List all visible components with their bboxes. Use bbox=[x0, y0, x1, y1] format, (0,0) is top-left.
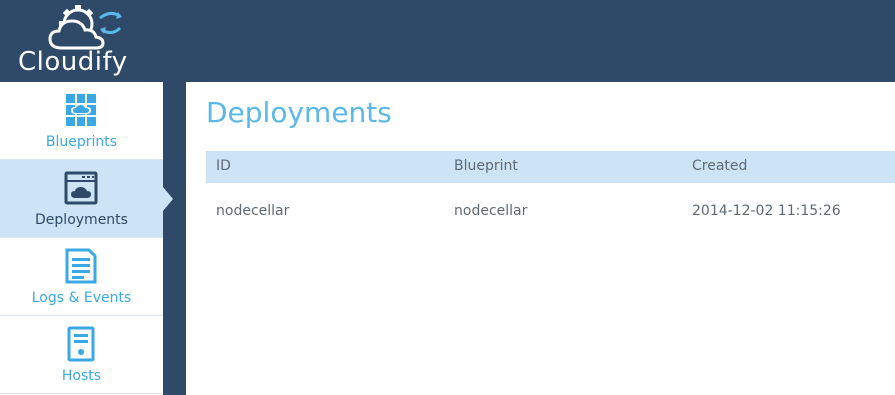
sidebar-item-blueprints[interactable]: Blueprints bbox=[0, 82, 163, 160]
deployments-table: ID Blueprint Created nodecellar nodecell… bbox=[206, 151, 895, 235]
active-item-pointer bbox=[163, 187, 173, 211]
deployment-id-link[interactable]: nodecellar bbox=[216, 203, 289, 219]
blueprint-icon bbox=[66, 94, 96, 126]
column-header-blueprint[interactable]: Blueprint bbox=[454, 158, 518, 174]
sidebar-item-label: Blueprints bbox=[45, 134, 118, 150]
sidebar-item-logs-events[interactable]: Logs & Events bbox=[0, 238, 163, 316]
deployment-window-icon bbox=[64, 171, 98, 205]
sidebar-item-hosts[interactable]: Hosts bbox=[0, 316, 163, 394]
table-row[interactable]: nodecellar nodecellar 2014-12-02 11:15:2… bbox=[206, 183, 895, 235]
table-header: ID Blueprint Created bbox=[206, 151, 895, 183]
sidebar-item-deployments[interactable]: Deployments bbox=[0, 160, 163, 238]
server-icon bbox=[67, 326, 95, 362]
deployment-created: 2014-12-02 11:15:26 bbox=[692, 203, 841, 219]
sidebar-item-label: Hosts bbox=[61, 368, 102, 384]
cloudify-logo[interactable]: Cloudify bbox=[14, 2, 154, 80]
cloud-gears-icon bbox=[48, 5, 122, 50]
app-header: Cloudify bbox=[0, 0, 895, 82]
deployment-blueprint[interactable]: nodecellar bbox=[454, 203, 527, 219]
document-list-icon bbox=[65, 248, 97, 284]
column-header-id[interactable]: ID bbox=[216, 158, 231, 174]
main-content: Deployments ID Blueprint Created nodecel… bbox=[186, 82, 895, 395]
brand-name: Cloudify bbox=[18, 47, 128, 77]
sidebar-item-label: Logs & Events bbox=[31, 290, 132, 306]
sidebar-nav: Blueprints Deployments Logs & Events Hos… bbox=[0, 82, 163, 395]
page-title: Deployments bbox=[206, 96, 392, 129]
sidebar-item-label: Deployments bbox=[35, 212, 128, 228]
sidebar-divider bbox=[163, 82, 186, 395]
column-header-created[interactable]: Created bbox=[692, 158, 747, 174]
